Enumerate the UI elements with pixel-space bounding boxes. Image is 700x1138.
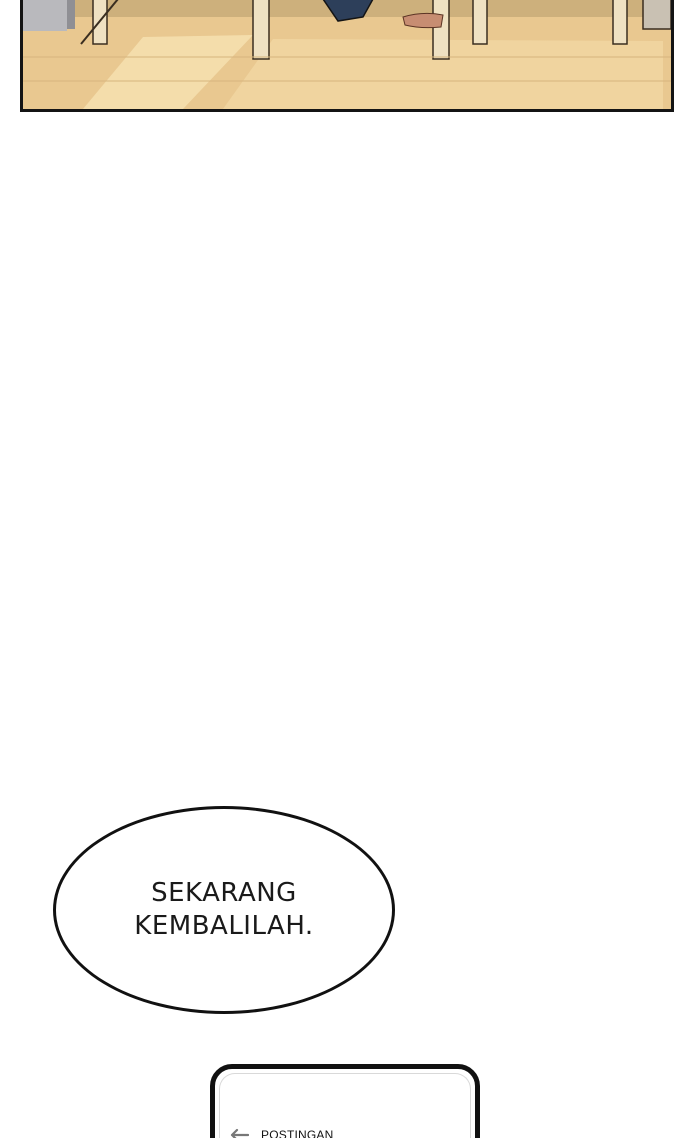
phone-header-title: POSTINGAN — [261, 1128, 334, 1138]
comic-panel-top — [20, 0, 674, 112]
room-floor-illustration — [23, 0, 671, 109]
speech-text: SEKARANG KEMBALILAH. — [134, 877, 313, 943]
phone-frame: POSTINGAN — [210, 1064, 480, 1138]
arrow-left-icon[interactable] — [229, 1128, 250, 1138]
speech-line-1: SEKARANG — [151, 878, 297, 908]
speech-bubble: SEKARANG KEMBALILAH. — [53, 806, 395, 1014]
speech-line-2: KEMBALILAH. — [134, 911, 314, 941]
phone-header: POSTINGAN — [229, 1128, 333, 1138]
